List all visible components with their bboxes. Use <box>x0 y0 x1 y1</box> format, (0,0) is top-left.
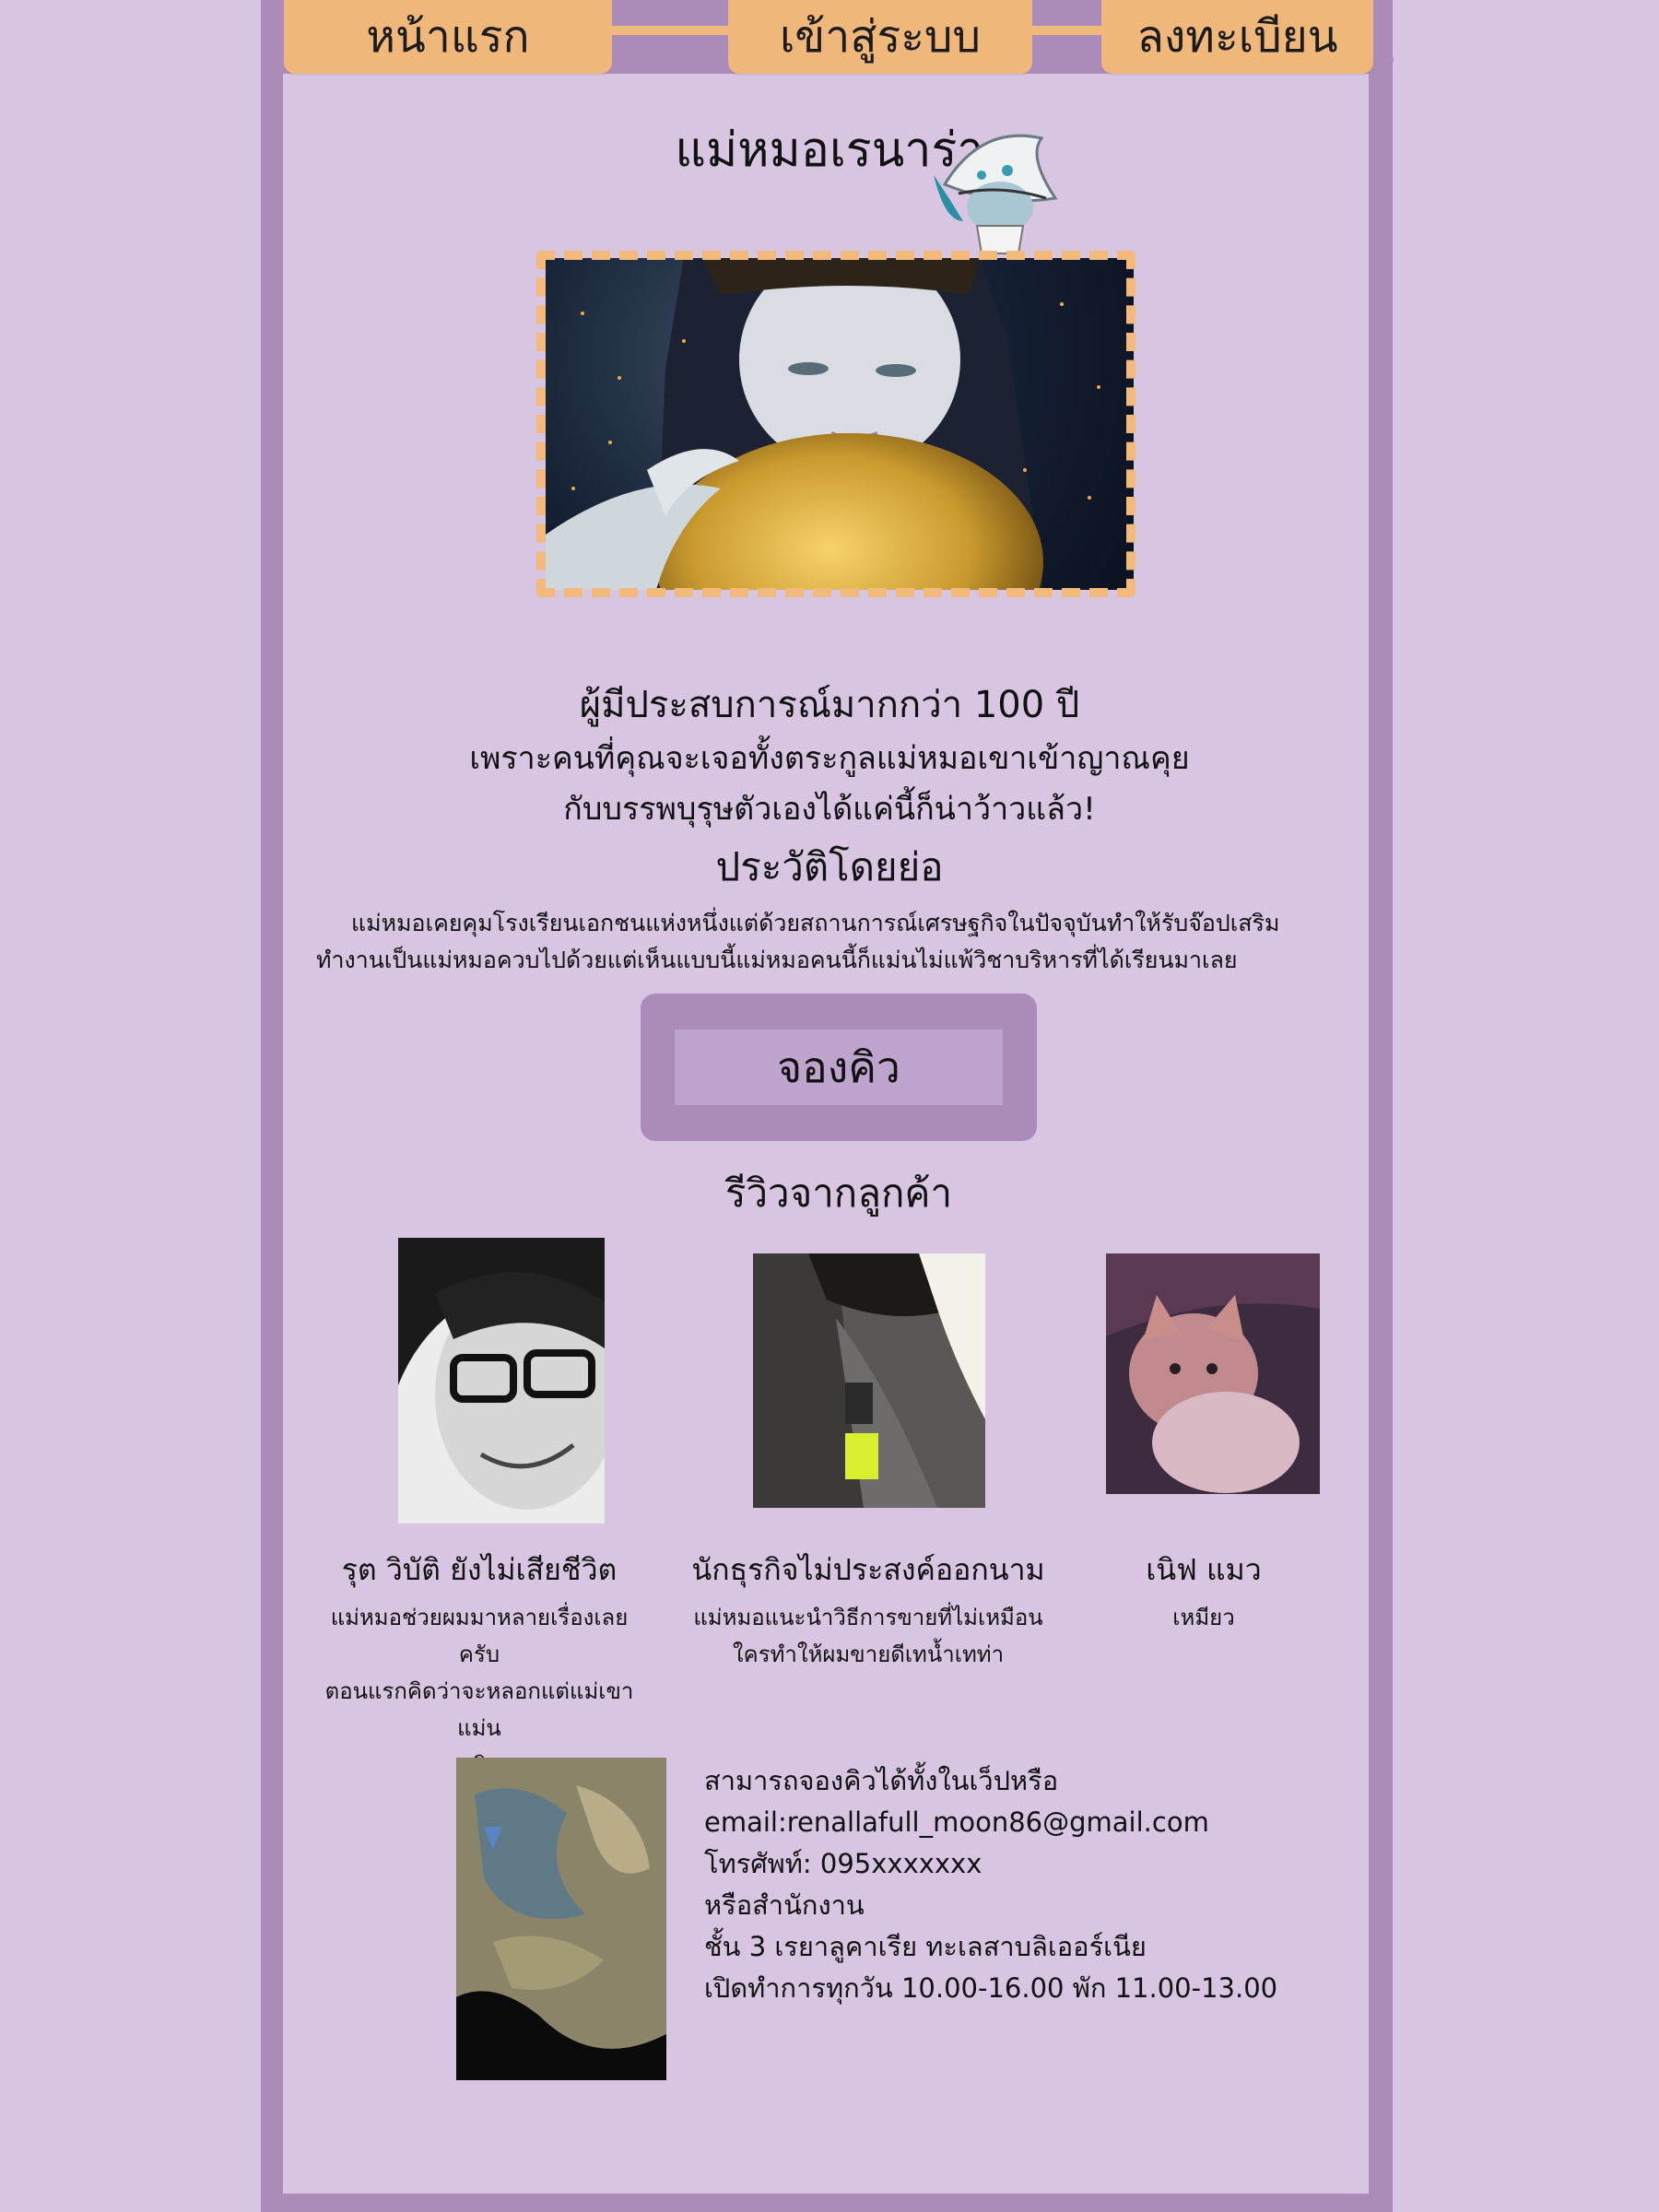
reviewer-photo <box>1106 1253 1320 1494</box>
reviewer-name: รุต วิบัติ ยังไม่เสียชีวิต <box>341 1552 618 1587</box>
review-line: ตอนแรกคิดว่าจะหลอกแต่แม่เขาแม่น <box>324 1678 634 1741</box>
contact-phone[interactable]: โทรศัพท์: 095xxxxxxx <box>704 1843 1349 1885</box>
reviews-heading: รีวิวจากลูกค้า <box>724 1171 953 1216</box>
tagline-line-2: กับบรรพบุรุษตัวเองได้แค่นี้ก็น่าว้าวแล้ว… <box>563 791 1096 828</box>
review-line: ใครทำให้ผมขายดีเทน้ำเทท่า <box>732 1641 1005 1667</box>
review-line: แม่หมอช่วยผมมาหลายเรื่องเลยครับ <box>330 1605 629 1667</box>
witch-mascot-icon <box>934 134 1058 254</box>
review-text: เหมียว <box>1065 1599 1342 1636</box>
nav-connector <box>1030 26 1108 35</box>
review-line: แม่หมอแนะนำวิธีการขายที่ไม่เหมือน <box>693 1605 1043 1630</box>
contact-line: สามารถจองคิวได้ทั้งในเว็ปหรือ <box>704 1765 1059 1796</box>
review-card: นักธุรกิจไม่ประสงค์ออกนาม แม่หมอแนะนำวิธ… <box>684 1547 1053 1673</box>
review-text: แม่หมอช่วยผมมาหลายเรื่องเลยครับ ตอนแรกคิ… <box>313 1599 645 1783</box>
reviewer-name: เนิฟ แมว <box>1146 1552 1262 1587</box>
review-text: แม่หมอแนะนำวิธีการขายที่ไม่เหมือน ใครทำใ… <box>684 1599 1053 1673</box>
location-map-image <box>456 1758 666 2080</box>
nav-register-button[interactable]: ลงทะเบียน <box>1101 0 1373 74</box>
contact-email[interactable]: email:renallafull_moon86@gmail.com <box>704 1802 1349 1843</box>
reviewer-photo <box>753 1253 985 1508</box>
contact-info: สามารถจองคิวได้ทั้งในเว็ปหรือ email:rena… <box>704 1760 1349 2009</box>
book-queue-button[interactable]: จองคิว <box>641 994 1037 1141</box>
hero-image-frame <box>536 251 1135 597</box>
book-queue-label: จองคิว <box>675 1030 1003 1105</box>
review-line: เหมียว <box>1172 1605 1235 1630</box>
contact-address: ชั้น 3 เรยาลูคาเรีย ทะเลสาบลิเออร์เนีย <box>704 1931 1147 1962</box>
contact-line: หรือสำนักงาน <box>704 1889 865 1921</box>
contact-hours: เปิดทำการทุกวัน 10.00-16.00 พัก 11.00-13… <box>704 1972 1278 2004</box>
nav-connector <box>608 26 730 35</box>
bio-heading: ประวัติโดยย่อ <box>715 844 944 889</box>
experience-heading: ผู้มีประสบการณ์มากกว่า 100 ปี <box>579 684 1080 726</box>
nav-login-button[interactable]: เข้าสู่ระบบ <box>728 0 1032 74</box>
reviewer-name: นักธุรกิจไม่ประสงค์ออกนาม <box>691 1552 1045 1587</box>
review-card: รุต วิบัติ ยังไม่เสียชีวิต แม่หมอช่วยผมม… <box>313 1547 645 1783</box>
review-card: เนิฟ แมว เหมียว <box>1065 1547 1342 1636</box>
nav-dot <box>1381 53 1394 66</box>
reviewer-photo <box>398 1238 605 1524</box>
bio-text: แม่หมอเคยคุมโรงเรียนเอกชนแห่งหนึ่งแต่ด้ว… <box>316 910 1280 973</box>
tagline-line-1: เพราะคนที่คุณจะเจอทั้งตระกูลแม่หมอเขาเข้… <box>469 740 1190 777</box>
nav-home-button[interactable]: หน้าแรก <box>284 0 612 74</box>
